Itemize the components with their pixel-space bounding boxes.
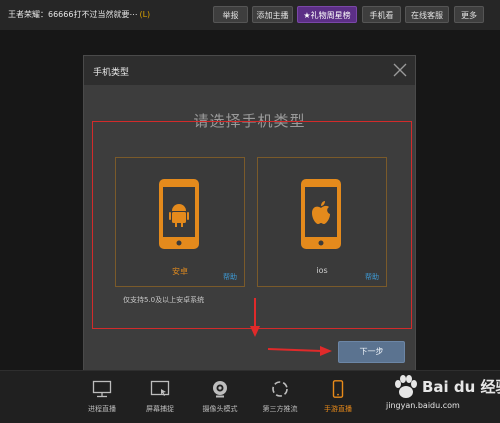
webcam-icon [213, 381, 227, 398]
top-bar: 王者荣耀：66666打不过当然就要⋯ (L) 举报 添加主播 ★礼物周星榜 手机看… [0, 0, 500, 30]
nav-label: 第三方推流 [262, 405, 298, 413]
more-button[interactable]: 更多 [454, 6, 484, 23]
nav-label: 摄像头模式 [202, 405, 238, 413]
add-streamer-button[interactable]: 添加主播 [252, 6, 293, 23]
nav-label: 手游直播 [324, 405, 352, 413]
android-option[interactable]: 安卓 帮助 [115, 157, 245, 287]
nav-label: 屏幕捕捉 [146, 405, 174, 413]
paw-icon [395, 375, 417, 398]
nav-item-screen-capture[interactable]: 屏幕捕捉 [131, 371, 189, 423]
screen-capture-icon [150, 380, 170, 396]
ios-option[interactable]: ios 帮助 [257, 157, 387, 287]
report-button[interactable]: 举报 [213, 6, 248, 23]
stream-icon [272, 381, 288, 397]
ios-help-link[interactable]: 帮助 [365, 272, 379, 282]
watermark-url: jingyan.baidu.com [386, 401, 460, 410]
monitor-icon [92, 380, 112, 398]
watermark-brand: Bai du 经验 [422, 378, 500, 396]
level-badge: (L) [139, 10, 151, 19]
phone-icon [332, 380, 344, 398]
stream-title: 王者荣耀：66666打不过当然就要⋯ (L) [8, 9, 150, 20]
gift-ranking-button[interactable]: ★礼物周星榜 [297, 6, 357, 23]
nav-item-third-party-stream[interactable]: 第三方推流 [251, 371, 309, 423]
android-phone-icon [159, 179, 199, 249]
nav-item-webcam-mode[interactable]: 摄像头模式 [191, 371, 249, 423]
star-icon: ★ [303, 11, 311, 20]
watch-on-phone-button[interactable]: 手机看 [362, 6, 401, 23]
dialog-header: 手机类型 [84, 56, 415, 85]
next-button[interactable]: 下一步 [338, 341, 405, 363]
nav-label: 进程直播 [88, 405, 116, 413]
online-service-button[interactable]: 在线客服 [405, 6, 449, 23]
apple-phone-icon [301, 179, 341, 249]
android-help-link[interactable]: 帮助 [223, 272, 237, 282]
nav-item-mobile-game-live[interactable]: 手游直播 [309, 371, 367, 423]
gift-ranking-label: 礼物周星榜 [310, 11, 351, 20]
phone-type-dialog: 手机类型 请选择手机类型 安卓 帮助 ios 帮助 仅支持5.0及以上安卓系统 … [83, 55, 416, 373]
support-note: 仅支持5.0及以上安卓系统 [123, 296, 205, 304]
close-icon[interactable] [391, 61, 409, 79]
dialog-title: 手机类型 [93, 68, 130, 78]
stream-title-text: 王者荣耀：66666打不过当然就要⋯ [8, 10, 138, 19]
nav-item-process-live[interactable]: 进程直播 [73, 371, 131, 423]
baidu-watermark: Bai du 经验 jingyan.baidu.com [378, 372, 500, 420]
